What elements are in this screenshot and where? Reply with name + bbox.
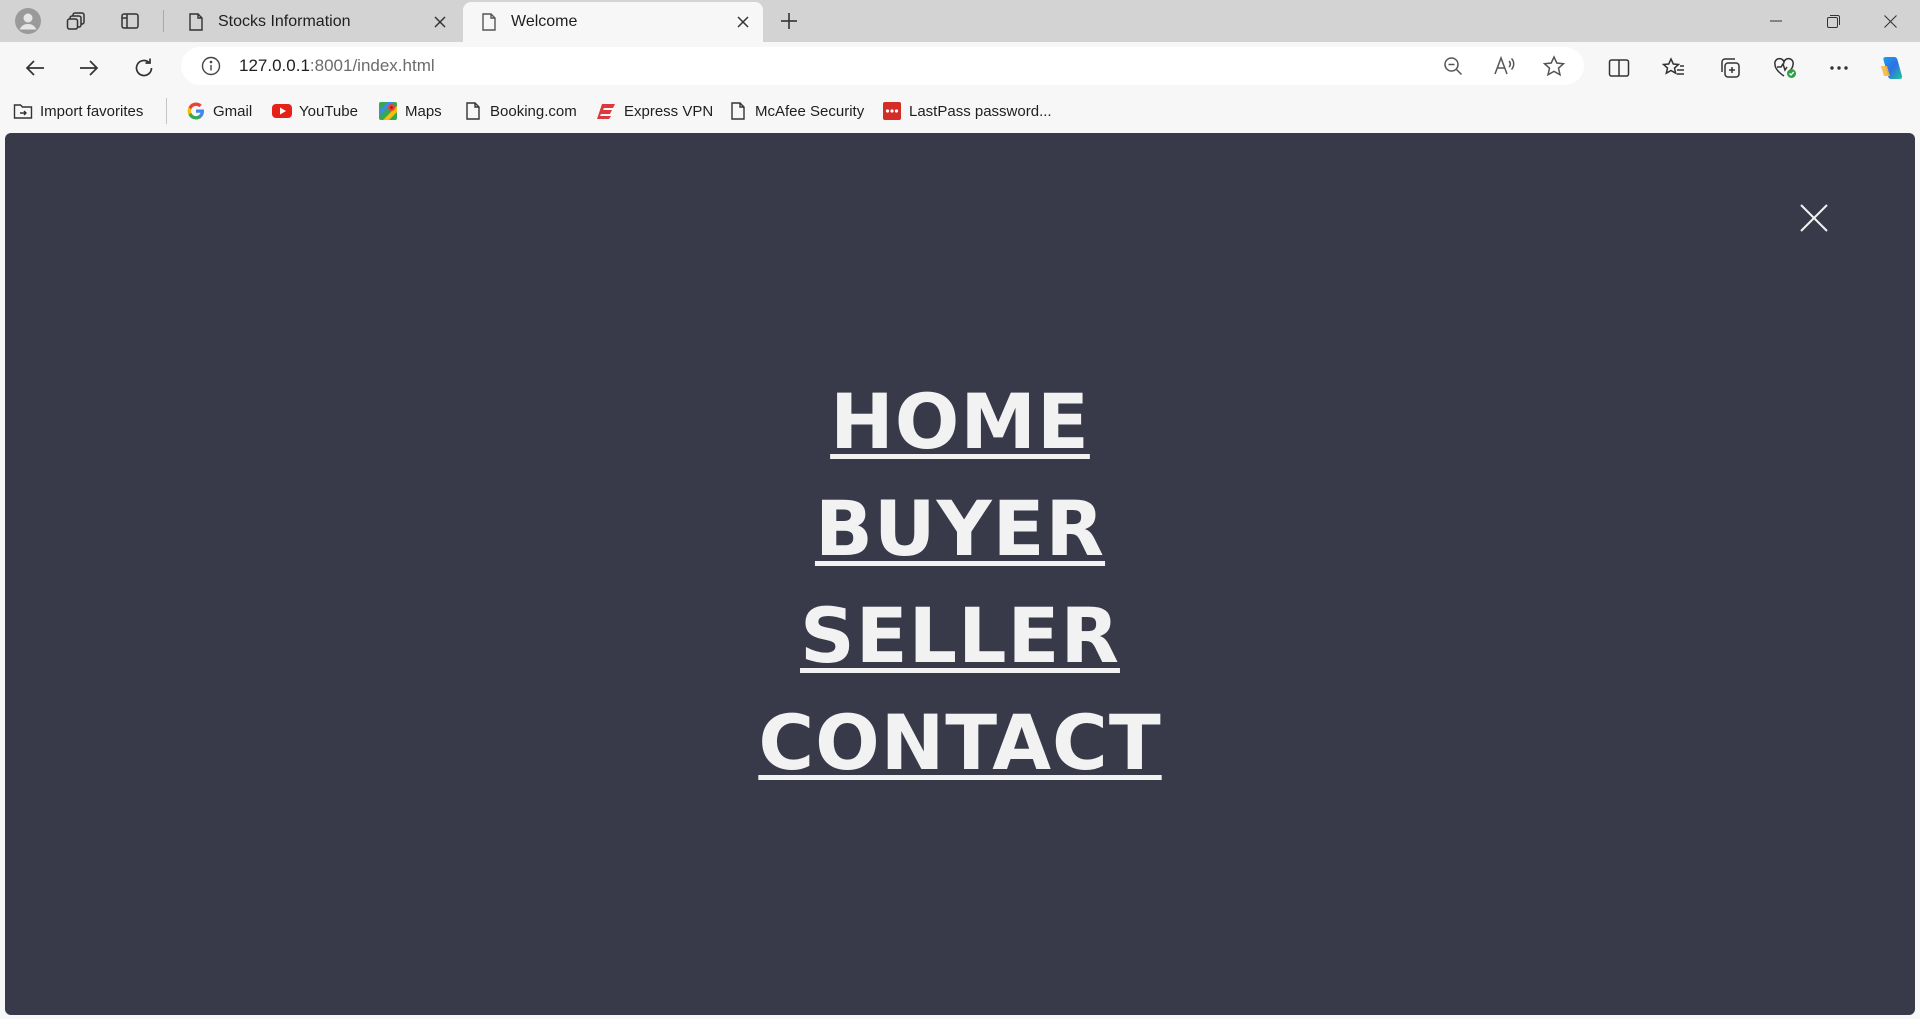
bookmark-label: McAfee Security xyxy=(755,102,865,120)
bookmark-label: Maps xyxy=(405,102,442,120)
favorites-icon[interactable] xyxy=(1656,50,1692,86)
close-tab-icon[interactable] xyxy=(729,8,757,36)
page-viewport: HOME BUYER SELLER CONTACT xyxy=(5,133,1915,1015)
bookmark-lastpass[interactable]: LastPass password... xyxy=(882,98,1052,124)
bookmark-mcafee-security[interactable]: McAfee Security xyxy=(728,98,864,124)
split-screen-icon[interactable] xyxy=(1601,50,1637,86)
refresh-icon[interactable] xyxy=(126,50,162,86)
bookmark-label: Express VPN xyxy=(624,102,714,120)
overlay-nav-menu: HOME BUYER SELLER CONTACT xyxy=(5,368,1915,796)
bookmark-label: LastPass password... xyxy=(909,102,1052,120)
minimize-icon[interactable] xyxy=(1748,0,1804,42)
new-tab-icon[interactable] xyxy=(775,7,803,35)
copilot-icon[interactable] xyxy=(1873,50,1909,86)
tab-stocks-information[interactable]: Stocks Information xyxy=(170,2,460,42)
favorites-separator xyxy=(166,98,167,124)
collections-icon[interactable] xyxy=(1712,50,1748,86)
profile-avatar-icon[interactable] xyxy=(14,7,42,35)
tab-welcome[interactable]: Welcome xyxy=(463,2,763,42)
bookmark-import-favorites[interactable]: Import favorites xyxy=(13,98,143,124)
bookmark-label: YouTube xyxy=(299,102,358,120)
close-menu-button[interactable] xyxy=(1796,200,1832,236)
favorites-bar: Import favorites Gmail YouTube Maps Book… xyxy=(0,90,1920,132)
google-icon xyxy=(186,101,206,121)
url-text[interactable]: 127.0.0.1:8001/index.html xyxy=(239,56,435,76)
bookmark-gmail[interactable]: Gmail xyxy=(186,98,252,124)
nav-link-contact[interactable]: CONTACT xyxy=(758,689,1161,796)
favorite-star-icon[interactable] xyxy=(1540,52,1568,80)
maps-icon xyxy=(378,101,398,121)
site-info-icon[interactable] xyxy=(199,54,223,78)
back-icon[interactable] xyxy=(17,50,53,86)
zoom-out-icon[interactable] xyxy=(1439,52,1467,80)
lastpass-icon xyxy=(882,101,902,121)
workspaces-icon[interactable] xyxy=(63,7,91,35)
close-icon xyxy=(1800,204,1828,232)
close-window-icon[interactable] xyxy=(1862,0,1918,42)
nav-link-buyer[interactable]: BUYER xyxy=(815,475,1105,582)
navigation-toolbar: 127.0.0.1:8001/index.html xyxy=(0,42,1920,90)
tab-label: Stocks Information xyxy=(218,13,351,30)
tab-separator xyxy=(163,10,164,32)
title-bar: Stocks Information Welcome xyxy=(0,0,1920,42)
bookmark-maps[interactable]: Maps xyxy=(378,98,442,124)
url-host: 127.0.0.1 xyxy=(239,56,310,75)
page-icon xyxy=(728,101,748,121)
youtube-icon xyxy=(272,101,292,121)
bookmark-express-vpn[interactable]: Express VPN xyxy=(597,98,713,124)
nav-link-home[interactable]: HOME xyxy=(830,368,1090,475)
nav-link-seller[interactable]: SELLER xyxy=(800,582,1120,689)
bookmark-label: Import favorites xyxy=(40,102,144,120)
more-options-icon[interactable] xyxy=(1821,50,1857,86)
bookmark-booking[interactable]: Booking.com xyxy=(463,98,577,124)
bookmark-label: Booking.com xyxy=(490,102,577,120)
forward-icon[interactable] xyxy=(71,50,107,86)
bookmark-label: Gmail xyxy=(213,102,253,120)
tab-label: Welcome xyxy=(511,13,578,30)
address-bar[interactable]: 127.0.0.1:8001/index.html xyxy=(181,47,1584,85)
browser-essentials-icon[interactable] xyxy=(1767,50,1803,86)
page-icon xyxy=(186,12,206,32)
close-tab-icon[interactable] xyxy=(426,8,454,36)
url-path: :8001/index.html xyxy=(309,56,435,75)
expressvpn-icon xyxy=(597,101,617,121)
page-icon xyxy=(479,12,499,32)
import-favorites-icon xyxy=(13,101,33,121)
page-icon xyxy=(463,101,483,121)
restore-icon[interactable] xyxy=(1805,0,1861,42)
read-aloud-icon[interactable] xyxy=(1490,52,1518,80)
vertical-tabs-icon[interactable] xyxy=(116,7,144,35)
bookmark-youtube[interactable]: YouTube xyxy=(272,98,358,124)
